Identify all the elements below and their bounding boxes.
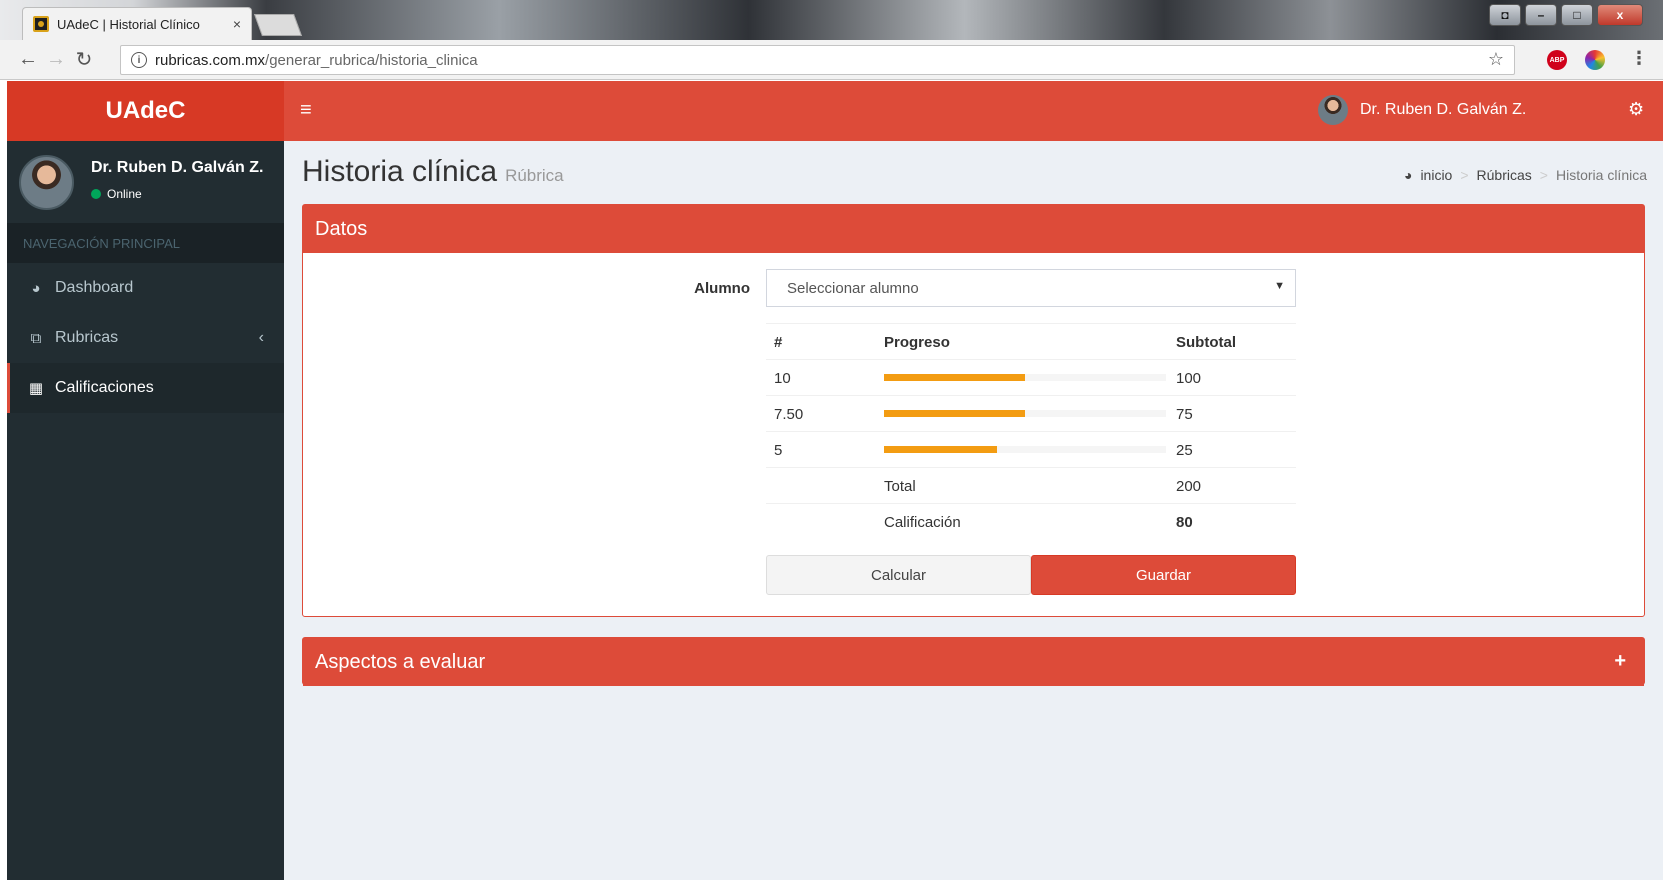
table-header-row: # Progreso Subtotal [766,323,1296,359]
topbar-avatar[interactable] [1318,95,1348,125]
dropdown-caret-icon: ▼ [1274,280,1285,292]
url-path: /generar_rubrica/historia_clinica [265,51,478,69]
sidebar-item-rubricas[interactable]: ⧉ Rubricas ‹ [7,313,284,363]
column-header: # [774,334,783,351]
topbar-user-name[interactable]: Dr. Ruben D. Galván Z. [1360,101,1526,119]
close-tab-icon[interactable]: × [233,16,241,32]
expand-plus-icon[interactable]: + [1614,650,1626,673]
sidebar-item-calificaciones[interactable]: ▦ Calificaciones [7,363,284,413]
color-picker-extension-icon[interactable] [1585,50,1605,70]
bookmark-star-icon[interactable]: ☆ [1488,49,1504,70]
breadcrumb-rubricas[interactable]: Rúbricas [1477,167,1532,183]
user-avatar [19,155,74,210]
table-row: 5 25 [766,431,1296,467]
page-title-text: Historia clínica [302,155,498,188]
browser-tab[interactable]: UAdeC | Historial Clínico × [22,7,252,40]
sidebar-item-label: Calificaciones [55,379,154,396]
sidebar-item-label: Rubricas [55,329,119,346]
breadcrumb-separator: > [1539,167,1548,183]
row-number: 10 [774,370,791,387]
sidebar-user-name: Dr. Ruben D. Galván Z. [91,159,264,176]
site-info-icon[interactable]: i [131,52,147,68]
nav-header: NAVEGACIÓN PRINCIPAL [7,223,284,263]
total-row: Total 200 [766,467,1296,503]
browser-tab-strip: UAdeC | Historial Clínico × ◘ – □ x [0,0,1663,40]
total-label: Total [884,478,916,495]
breadcrumb: ◕ inicio > Rúbricas > Historia clínica [1404,167,1647,183]
address-bar[interactable]: i rubricas.com.mx /generar_rubrica/histo… [120,45,1515,75]
alumno-select-value: Seleccionar alumno [787,279,919,297]
new-tab-button[interactable] [253,14,303,36]
datos-box: Datos Alumno Seleccionar alumno ▼ # Prog… [302,204,1645,617]
grade-value: 80 [1176,514,1193,531]
online-status-icon [91,189,101,199]
user-status: Online [91,187,142,201]
aspectos-box-header: Aspectos a evaluar [303,638,1644,686]
back-arrow-icon[interactable]: ← [14,46,42,74]
page-title: Historia clínica Rúbrica [302,155,564,189]
content-area: Historia clínica Rúbrica ◕ inicio > Rúbri… [284,141,1663,880]
sidebar: UAdeC Dr. Ruben D. Galván Z. Online NAVE… [7,81,284,880]
minimize-icon[interactable]: – [1525,4,1557,26]
user-profile-icon[interactable]: ◘ [1489,4,1521,26]
alumno-select[interactable]: Seleccionar alumno ▼ [766,269,1296,307]
sidebar-item-dashboard[interactable]: ◕ Dashboard [7,263,284,313]
breadcrumb-separator: > [1460,167,1469,183]
column-header: Progreso [884,334,950,351]
aspectos-box[interactable]: Aspectos a evaluar + [302,637,1645,686]
user-status-label: Online [107,187,142,201]
progress-bar-fill [884,410,1025,417]
browser-toolbar: ← → ↻ i rubricas.com.mx /generar_rubrica… [0,40,1663,80]
total-value: 200 [1176,478,1202,495]
window-controls: ◘ – □ x [1489,4,1643,26]
close-window-icon[interactable]: x [1597,4,1643,26]
row-subtotal: 75 [1176,406,1193,423]
datos-box-header: Datos [303,205,1644,253]
page-subtitle: Rúbrica [505,166,564,185]
dashboard-icon: ◕ [1403,167,1413,183]
progress-bar-fill [884,446,997,453]
maximize-icon[interactable]: □ [1561,4,1593,26]
chevron-left-icon: ‹ [258,329,264,346]
breadcrumb-inicio[interactable]: inicio [1420,167,1452,183]
browser-menu-icon[interactable]: ⋮ [1630,48,1648,69]
adblock-plus-icon[interactable]: ABP [1547,50,1567,70]
dashboard-icon: ◕ [31,279,41,297]
column-header: Subtotal [1176,334,1236,351]
progress-bar-fill [884,374,1025,381]
sidebar-toggle-icon[interactable]: ≡ [300,99,312,122]
table-row: 7.50 75 [766,395,1296,431]
scores-table: # Progreso Subtotal 10 100 7.50 75 5 25 … [766,323,1296,539]
calcular-button[interactable]: Calcular [766,555,1031,595]
row-number: 7.50 [774,406,804,423]
breadcrumb-current: Historia clínica [1555,167,1647,183]
copy-icon: ⧉ [30,329,42,347]
row-subtotal: 100 [1176,370,1202,387]
alumno-label: Alumno [694,280,750,297]
grade-row: Calificación 80 [766,503,1296,539]
tab-title: UAdeC | Historial Clínico [57,16,200,32]
reload-icon[interactable]: ↻ [70,46,98,74]
app-logo[interactable]: UAdeC [7,81,284,141]
progress-bar [884,410,1166,417]
app-root: UAdeC Dr. Ruben D. Galván Z. Online NAVE… [7,81,1663,880]
grade-label: Calificación [884,514,961,531]
table-row: 10 100 [766,359,1296,395]
progress-bar [884,374,1166,381]
site-favicon-icon [33,16,49,32]
top-navbar: ≡ Dr. Ruben D. Galván Z. ⚙ [284,81,1663,141]
url-host: rubricas.com.mx [155,51,266,69]
sidebar-user-panel: Dr. Ruben D. Galván Z. Online [7,141,284,223]
forward-arrow-icon[interactable]: → [42,46,70,74]
progress-bar [884,446,1166,453]
settings-gears-icon[interactable]: ⚙ [1628,99,1644,120]
table-icon: ▦ [28,380,44,397]
row-number: 5 [774,442,783,459]
sidebar-item-label: Dashboard [55,279,134,296]
guardar-button[interactable]: Guardar [1031,555,1296,595]
row-subtotal: 25 [1176,442,1193,459]
